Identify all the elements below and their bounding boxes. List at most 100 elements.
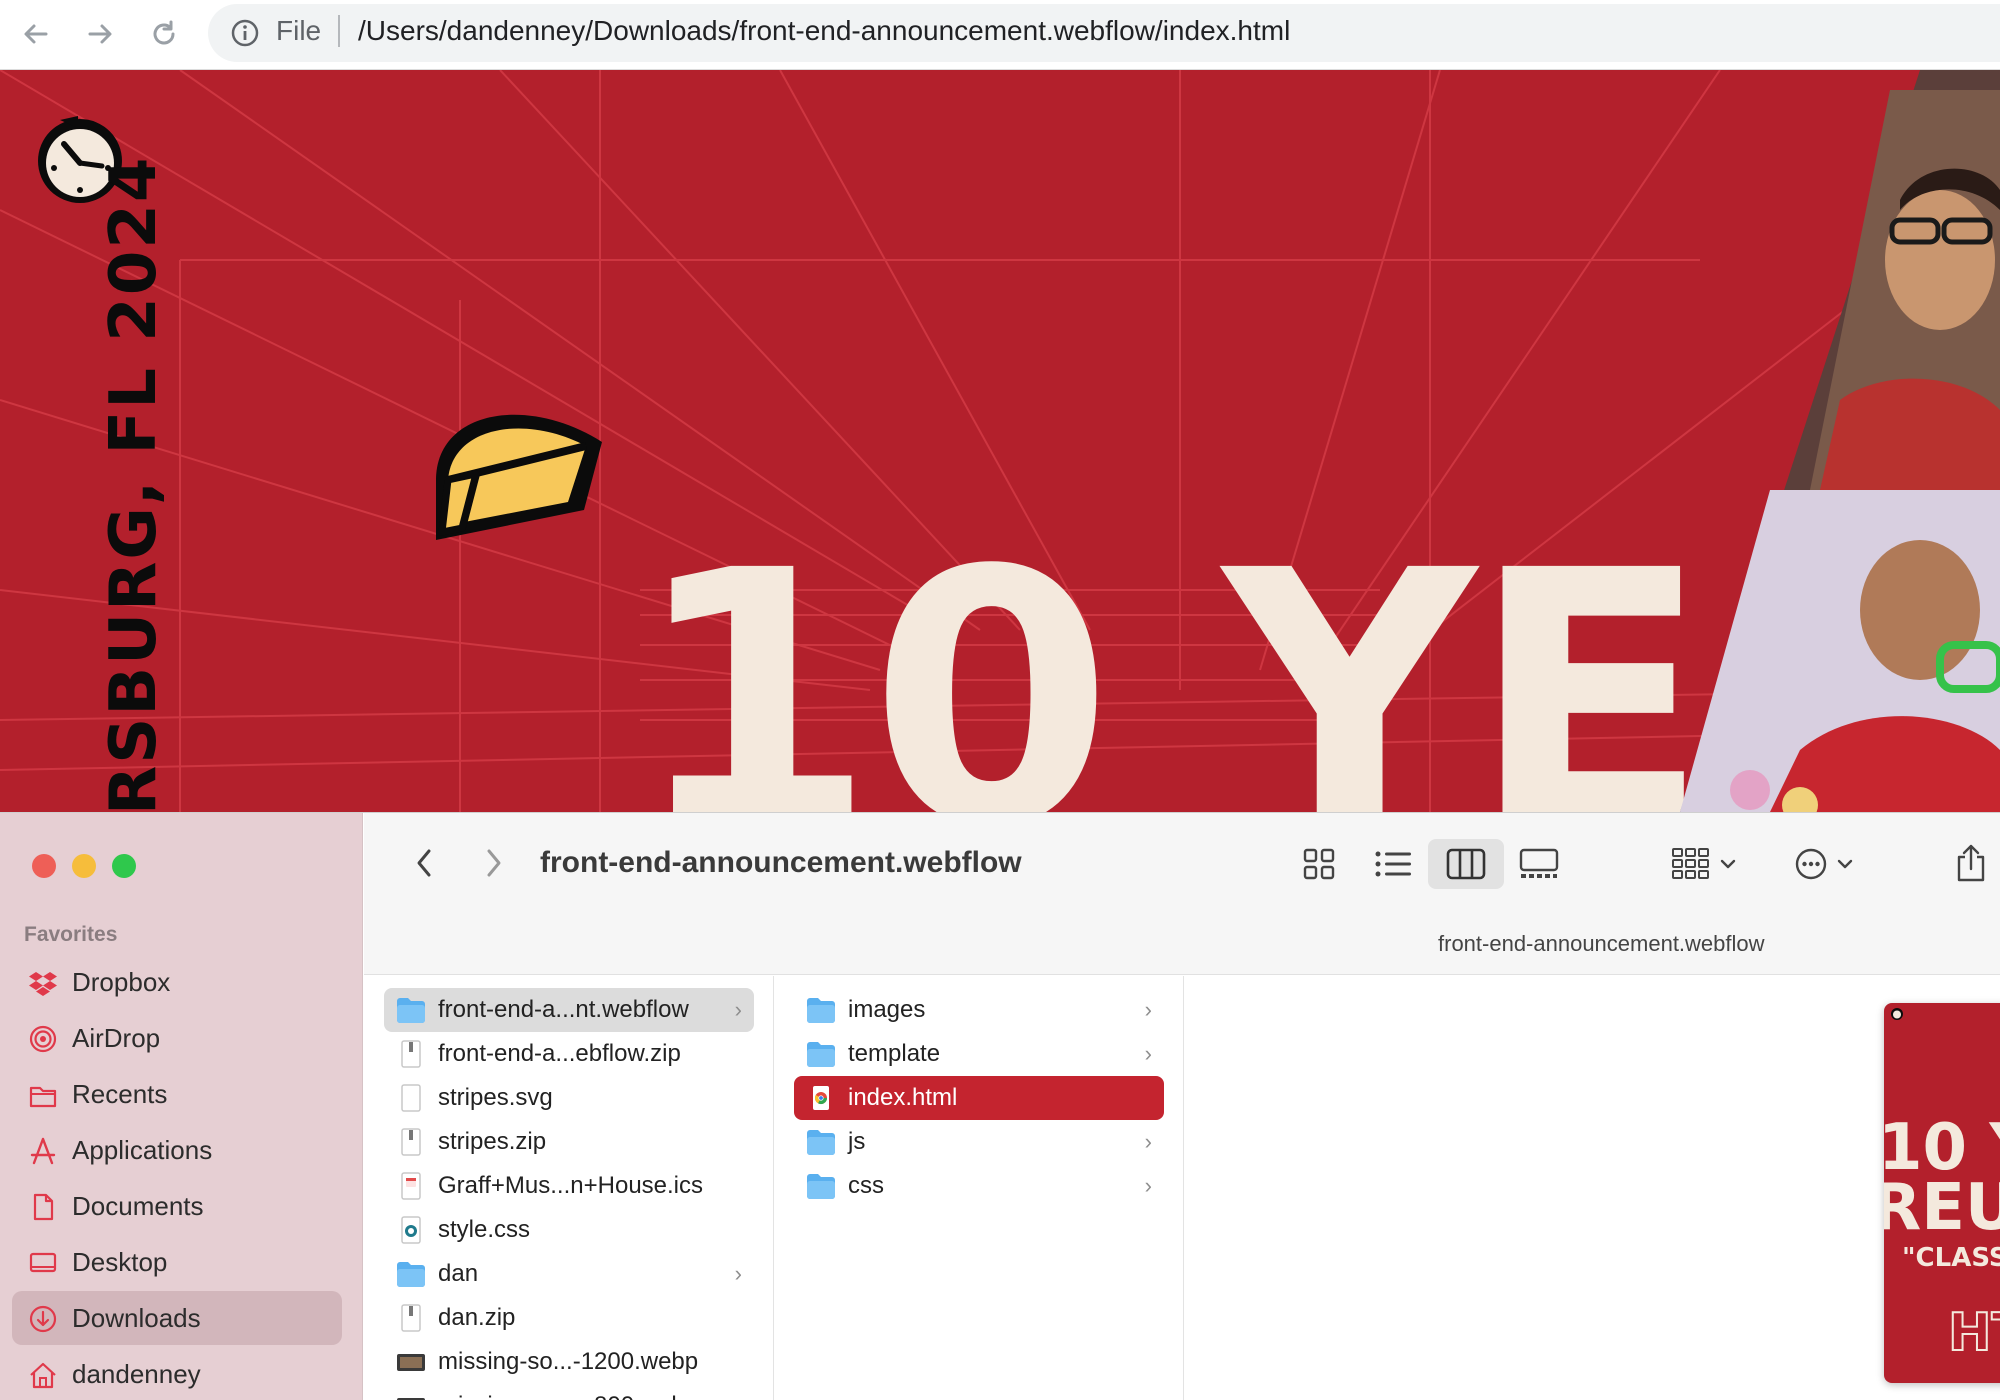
finder-column-downloads: front-end-a...nt.webflow › front-end-a..… [364,976,774,1400]
sidebar-item-recents[interactable]: Recents [12,1067,342,1121]
reload-button[interactable] [144,14,184,54]
documents-icon [33,1193,54,1221]
sidebar-item-dandenney[interactable]: dandenney [12,1347,342,1400]
file-name: dan.zip [438,1304,516,1331]
finder-column-webflow: images › template › index.html js › css … [774,976,1184,1400]
list-item[interactable]: dan › [384,1252,754,1296]
desktop-icon [29,1252,57,1273]
chevron-right-icon [487,849,501,877]
sidebar-item-dropbox[interactable]: Dropbox [12,955,342,1009]
chevron-left-icon [417,849,431,877]
image-file-icon [397,1354,425,1371]
clock-logo-icon [1891,1008,1903,1020]
preview-path-title: front-end-announcement.webflow [1438,931,1765,956]
folder-icon [807,1042,835,1067]
finder-forward-button[interactable] [474,841,514,885]
chevron-down-icon [1837,859,1853,869]
arrow-left-icon [24,24,48,44]
list-item[interactable]: template › [794,1032,1164,1076]
list-item[interactable]: images › [794,988,1164,1032]
preview-text-line: "CLASS [1902,1243,2000,1273]
list-item[interactable]: stripes.svg [384,1076,754,1120]
zip-file-icon [401,1040,421,1068]
chevron-down-icon [1720,859,1736,869]
view-icons-button[interactable] [1284,839,1354,889]
columns-view-icon [1446,848,1486,880]
ellipsis-circle-icon [1795,848,1827,880]
sidebar-item-label: Applications [72,1135,213,1165]
list-item[interactable]: js › [794,1120,1164,1164]
view-gallery-button[interactable] [1504,839,1574,889]
webpage-hero: RSBURG, FL 2024 10 YEA [0,70,2000,812]
info-icon[interactable] [230,18,260,48]
list-item[interactable]: missing-so...-1200.webp [384,1340,754,1384]
view-columns-button[interactable] [1428,839,1504,889]
folder-icon [397,998,425,1023]
finder-sidebar: Favorites Dropbox AirDrop Recents Applic… [0,813,363,1400]
list-item[interactable]: dan.zip [384,1296,754,1340]
file-preview-thumbnail[interactable]: 10 Y REU "CLASS HT [1884,1003,2000,1383]
file-name: js [848,1128,866,1155]
chevron-right-icon: › [1144,1041,1152,1066]
sidebar-item-documents[interactable]: Documents [12,1179,342,1233]
file-name: images [848,996,926,1023]
sidebar-item-label: AirDrop [72,1023,161,1053]
sidebar-item-label: Recents [72,1079,168,1109]
chevron-right-icon: › [734,1261,742,1286]
url-scheme-label: File [276,15,322,46]
file-name: index.html [848,1084,958,1111]
sidebar-item-downloads[interactable]: Downloads [12,1291,342,1345]
finder-preview-pane [1184,976,2000,1400]
list-item[interactable]: stripes.zip [384,1120,754,1164]
chevron-right-icon: › [1144,1129,1152,1154]
zoom-window-button[interactable] [112,854,136,878]
file-name: stripes.svg [438,1084,553,1111]
finder-window: Favorites Dropbox AirDrop Recents Applic… [0,812,2000,1400]
list-item[interactable]: front-end-a...nt.webflow › [384,988,754,1032]
sidebar-item-label: Dropbox [72,967,171,997]
chevron-right-icon: › [1144,1173,1152,1198]
forward-button[interactable] [80,14,120,54]
list-item[interactable]: front-end-a...ebflow.zip [384,1032,754,1076]
css-file-icon [401,1216,421,1244]
grid-view-icon [1303,848,1335,880]
arrow-right-icon [88,24,112,44]
list-item[interactable]: missing-so...g-800.webp [384,1384,754,1400]
vertical-location-text: RSBURG, FL 2024 [97,155,171,812]
folder-icon [807,1130,835,1155]
minimize-window-button[interactable] [72,854,96,878]
list-item[interactable]: css › [794,1164,1164,1208]
sidebar-item-desktop[interactable]: Desktop [12,1235,342,1289]
sidebar-item-applications[interactable]: Applications [12,1123,342,1177]
back-button[interactable] [16,14,56,54]
list-item[interactable]: style.css [384,1208,754,1252]
home-icon [30,1362,56,1389]
sidebar-item-label: Desktop [72,1247,168,1277]
url-text[interactable]: /Users/dandenney/Downloads/front-end-ann… [358,15,1290,47]
finder-back-button[interactable] [404,841,444,885]
preview-text-line: REU [1884,1171,2000,1245]
recents-icon [29,1086,57,1108]
folder-icon [397,1262,425,1287]
preview-text-line: HT [1947,1302,2000,1364]
file-name: front-end-a...nt.webflow [438,996,689,1023]
file-name: Graff+Mus...n+House.ics [438,1172,704,1199]
finder-toolbar: front-end-announcement.webflow front-end… [364,813,2000,975]
action-menu-button[interactable] [1784,839,1864,889]
list-item[interactable]: Graff+Mus...n+House.ics [384,1164,754,1208]
file-name: front-end-a...ebflow.zip [438,1040,681,1067]
share-icon [1957,844,1985,882]
file-name: dan [438,1260,479,1287]
list-item[interactable]: index.html [794,1076,1164,1120]
file-name: missing-so...-1200.webp [438,1348,699,1375]
close-window-button[interactable] [32,854,56,878]
image-file-icon [397,1398,425,1400]
finder-window-title: front-end-announcement.webflow [540,846,1022,879]
sidebar-item-airdrop[interactable]: AirDrop [12,1011,342,1065]
reload-icon [153,20,175,45]
view-list-button[interactable] [1358,839,1428,889]
share-button[interactable] [1946,837,1996,889]
group-by-button[interactable] [1664,839,1744,889]
gallery-view-icon [1519,848,1559,878]
sidebar-item-label: dandenney [72,1359,201,1389]
